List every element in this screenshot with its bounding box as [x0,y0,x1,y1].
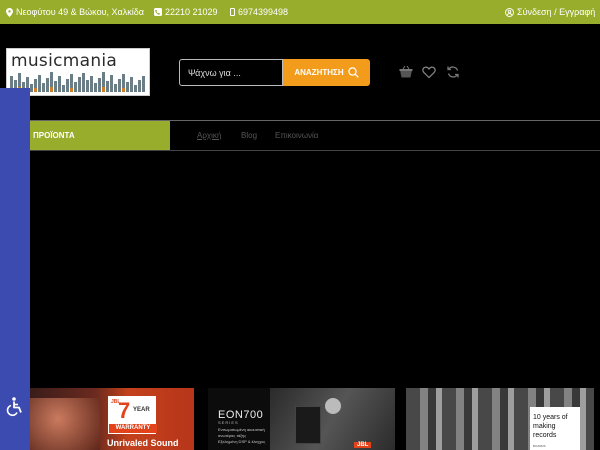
equalizer-logo-graphic [10,72,145,92]
crowd-image [30,398,100,450]
eon-line-2: ανωτέρας τάξης [218,433,247,438]
speaker-image [295,406,321,444]
user-icon [505,7,514,17]
badge-number: 7 [118,398,131,423]
search-form: ΑΝΑΖΗΤΗΣΗ [179,59,370,86]
eon-line-1: Ενσωματωμένη ακουστική [218,427,265,432]
records-sub: BOARDS [533,444,546,448]
mobile-info[interactable]: 6974399498 [230,7,288,17]
search-button[interactable]: ΑΝΑΖΗΤΗΣΗ [283,59,370,86]
address-text: Νεοφύτου 49 & Βώκου, Χαλκίδα [16,7,144,17]
records-headline: 10 years of making records [533,414,568,439]
products-categories-button[interactable]: ΠΡΟΪΟΝΤΑ [30,121,170,150]
login-link[interactable]: Σύνδεση / Εγγραφή [505,7,595,17]
products-categories-label: ΠΡΟΪΟΝΤΑ [33,131,75,140]
login-text[interactable]: Σύνδεση / Εγγραφή [517,7,595,17]
map-pin-icon [6,7,13,17]
jbl-logo: JBL [354,442,372,448]
warranty-badge: JBL 7 YEAR WARRANTY [108,396,157,434]
banner-jbl-warranty[interactable]: JBL 7 YEAR WARRANTY Unrivaled Sound [30,388,194,450]
phone-info[interactable]: 22210 21029 [154,7,218,17]
records-headline-box: 10 years of making records BOARDS [530,407,580,450]
compare-refresh-icon[interactable] [446,65,460,79]
search-button-label: ΑΝΑΖΗΤΗΣΗ [294,68,344,77]
nav-link-home[interactable]: Αρχική [197,131,221,140]
cart-basket-icon[interactable] [399,65,413,79]
wishlist-heart-icon[interactable] [422,65,436,79]
eon-line-3: Εξελιγμένη DSP & έλεγχος [218,439,266,444]
top-info-bar: Νεοφύτου 49 & Βώκου, Χαλκίδα 22210 21029… [0,0,600,24]
banner-caption: Unrivaled Sound [107,438,179,448]
logo-wordmark: musicmania [11,51,118,71]
car-trunk-image [270,388,395,450]
eon-series: SERIES [218,420,239,425]
person-image [325,398,341,414]
mobile-text[interactable]: 6974399498 [238,7,288,17]
nav-link-contact[interactable]: Επικοινωνία [275,131,318,140]
badge-year: YEAR [133,407,150,413]
phone-icon [154,8,162,16]
address-info: Νεοφύτου 49 & Βώκου, Χαλκίδα [6,7,144,17]
phone-text[interactable]: 22210 21029 [165,7,218,17]
search-icon [347,67,359,78]
accessibility-wheelchair-icon[interactable] [6,397,24,417]
accessibility-sidebar[interactable] [0,88,30,450]
badge-warranty: WARRANTY [109,424,157,433]
mobile-phone-icon [230,8,235,16]
banner-10-years-records[interactable]: 10 years of making records BOARDS [406,388,594,450]
search-input[interactable] [179,59,283,86]
banner-eon700[interactable]: EON700 SERIES Ενσωματωμένη ακουστική ανω… [208,388,395,450]
nav-link-blog[interactable]: Blog [241,131,257,140]
